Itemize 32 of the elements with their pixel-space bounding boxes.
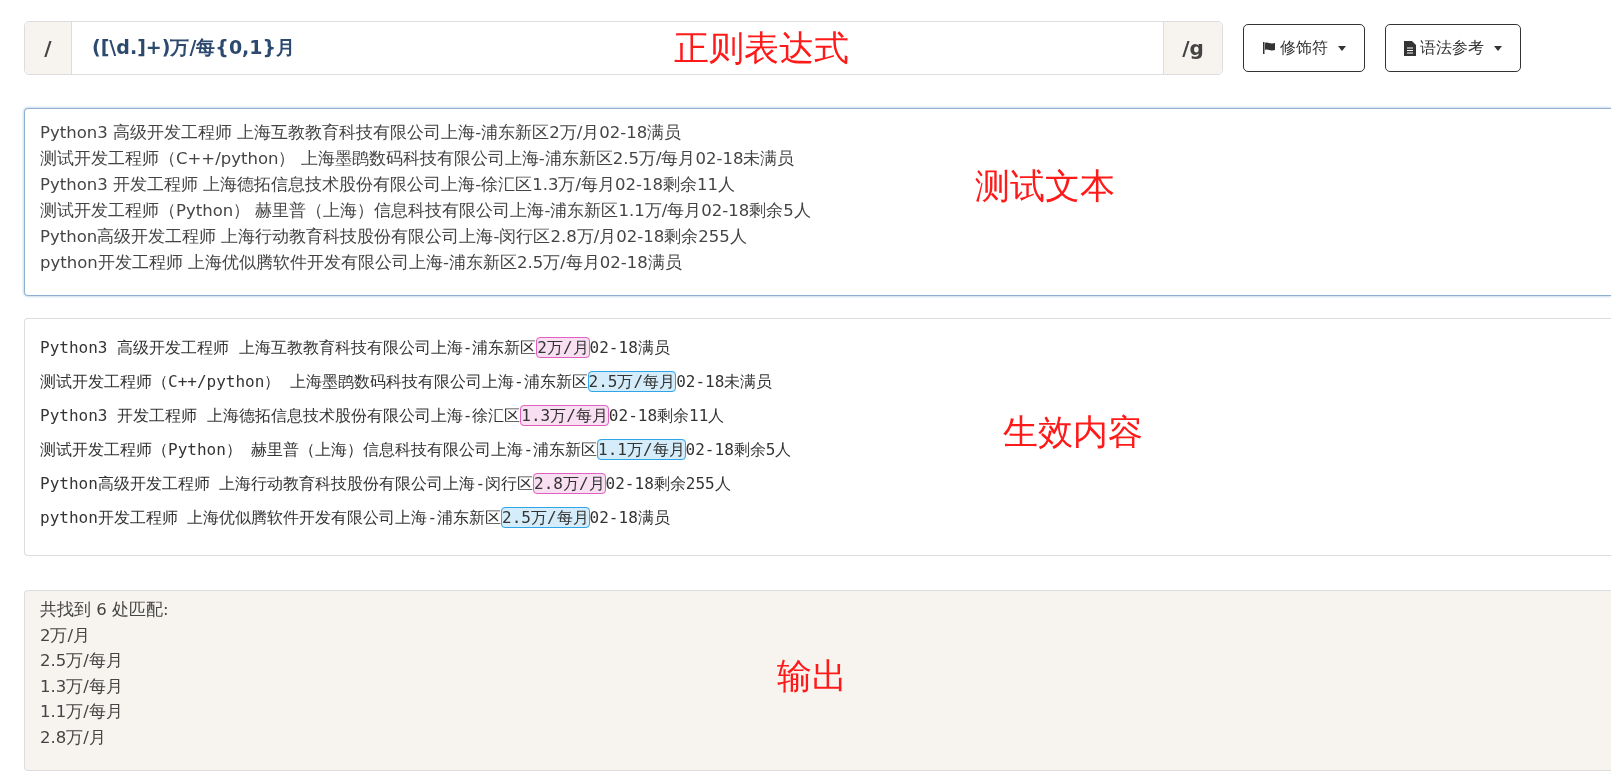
test-text-line: 测试开发工程师（Python） 赫里普（上海）信息科技有限公司上海-浦东新区1.1万/每月02-18剩余5人	[40, 200, 811, 222]
output-line: 2.5万/每月	[40, 650, 123, 673]
test-text-line: Python高级开发工程师 上海行动教育科技股份有限公司上海-闵行区2.8万/月02-18剩余255人	[40, 226, 747, 248]
caret-icon	[1494, 45, 1502, 51]
output-line: 1.3万/每月	[40, 675, 123, 698]
result-line: python开发工程师 上海优似腾软件开发有限公司上海-浦东新区2.5万/每月 02-18满员	[40, 505, 670, 530]
result-line: Python高级开发工程师 上海行动教育科技股份有限公司上海-闵行区2.8万/月 02-18剩余255人	[40, 471, 731, 496]
result-line: 测试开发工程师（Python） 赫里普（上海）信息科技有限公司上海-浦东新区1.1万/每月 02-18剩余5人	[40, 437, 792, 462]
document-icon	[1404, 40, 1416, 56]
annotation-label: 测试文本	[975, 165, 1115, 208]
annotation-label: 输出	[777, 655, 847, 699]
test-text-line: 测试开发工程师（C++/python） 上海墨鹍数码科技有限公司上海-浦东新区2.5万/每月02-18未满员	[40, 148, 795, 170]
output-line: 1.1万/每月	[40, 701, 123, 724]
result-line: Python3 高级开发工程师 上海互教教育科技有限公司上海-浦东新区2万/月 02-18满员	[40, 335, 670, 360]
output-line: 2.8万/月	[40, 726, 106, 749]
output-line: 2万/月	[40, 624, 91, 647]
caret-icon	[1338, 45, 1346, 51]
regex-flags: /g	[1163, 22, 1222, 74]
annotation-label: 正则表达式	[674, 27, 849, 70]
regex-field[interactable]: / ([\d.]+)万/每{0,1}月 正则表达式 /g	[24, 21, 1223, 75]
test-text-line: python开发工程师 上海优似腾软件开发有限公司上海-浦东新区2.5万/每月02-18满员	[40, 252, 682, 274]
annotation-label: 生效内容	[1003, 411, 1143, 454]
dropdown-button[interactable]: 修饰符	[1243, 24, 1365, 72]
flag-icon	[1262, 41, 1276, 55]
output-line: 共找到 6 处匹配:	[40, 599, 169, 622]
test-text-area[interactable]	[24, 108, 1611, 296]
test-text-line: Python3 高级开发工程师 上海互教教育科技有限公司上海-浦东新区2万/月02-18满员	[40, 122, 682, 144]
regex-delimiter: /	[25, 22, 72, 74]
result-line: 测试开发工程师（C++/python） 上海墨鹍数码科技有限公司上海-浦东新区2.5万/每月 02-18未满员	[40, 369, 773, 394]
result-line: Python3 开发工程师 上海德拓信息技术股份有限公司上海-徐汇区1.3万/每月 02-18剩余11人	[40, 403, 725, 428]
test-text-line: Python3 开发工程师 上海德拓信息技术股份有限公司上海-徐汇区1.3万/每月02-18剩余11人	[40, 174, 735, 196]
dropdown-button[interactable]: 语法参考	[1385, 24, 1521, 72]
